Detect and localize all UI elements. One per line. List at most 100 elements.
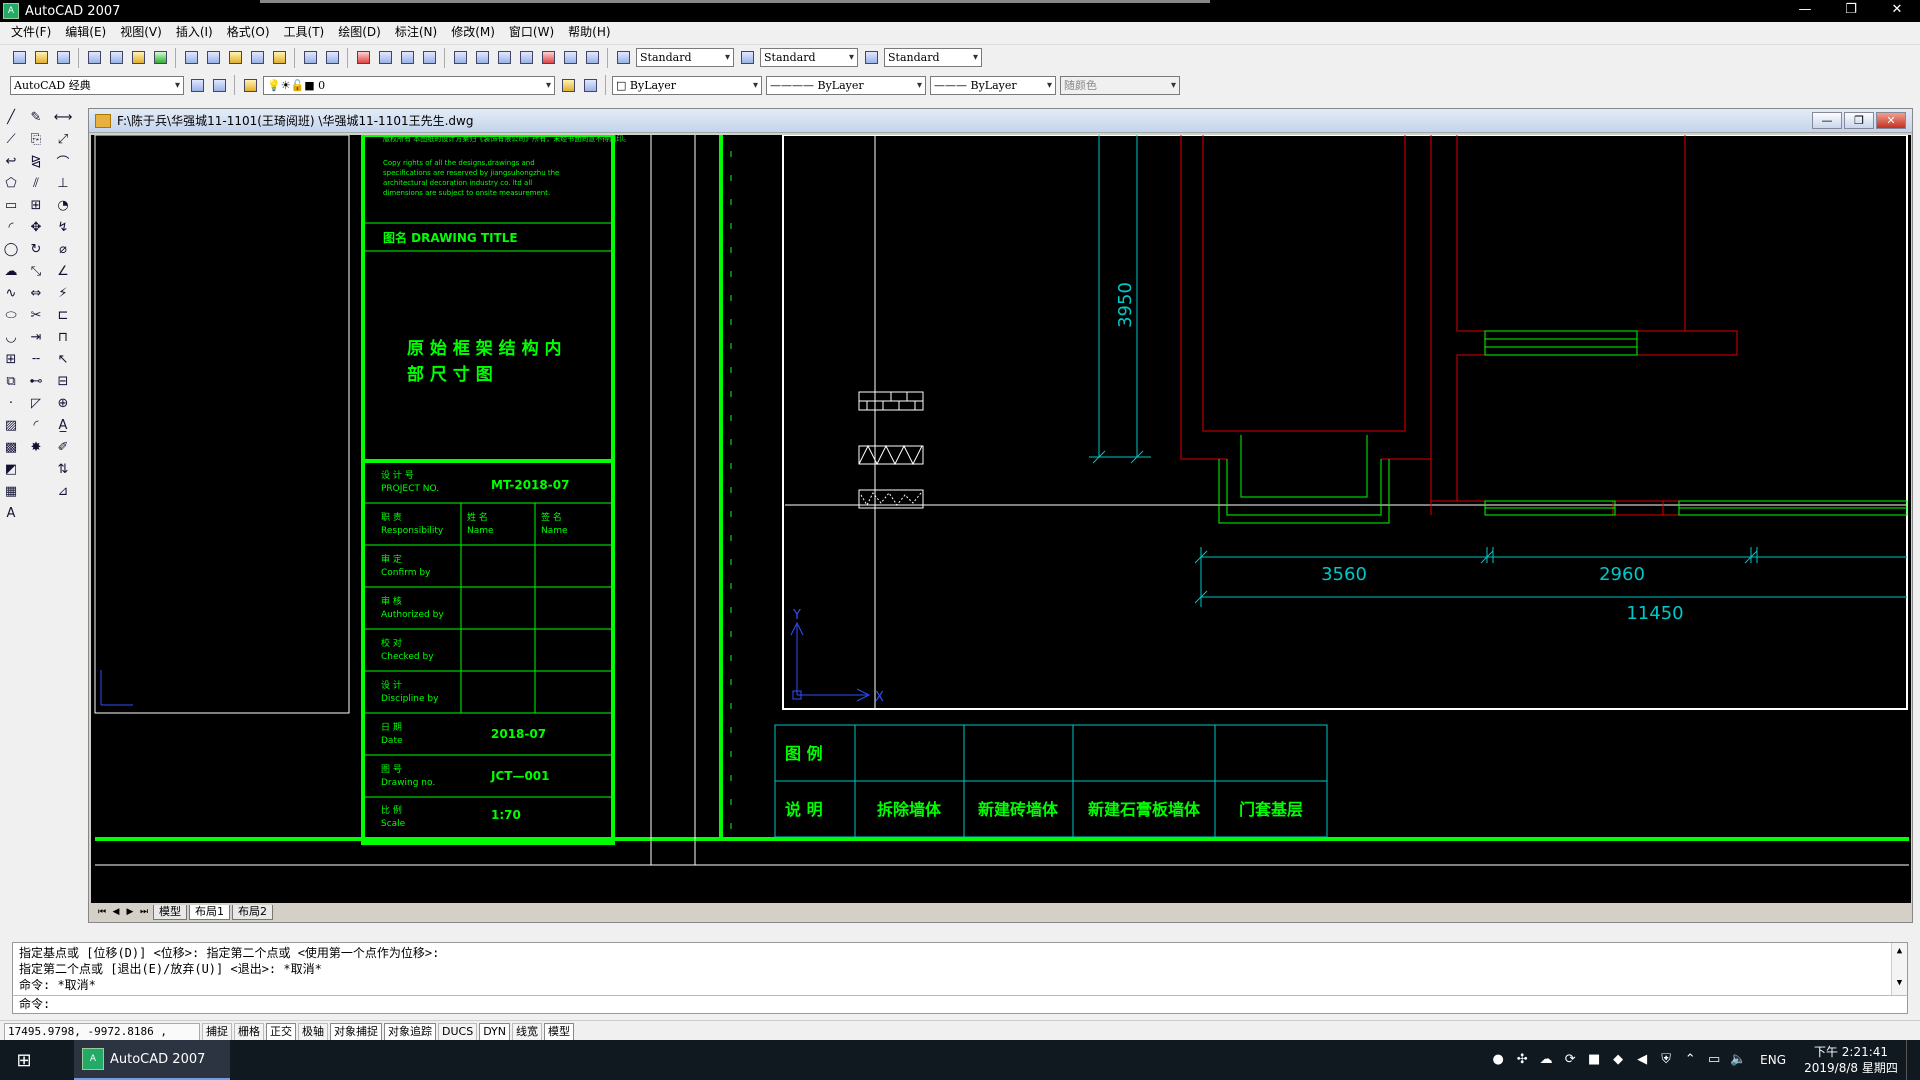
taskbar-clock[interactable]: 下午 2:21:41 2019/8/8 星期四 [1796, 1044, 1906, 1076]
text-style-select[interactable]: Standard [636, 48, 734, 67]
ducs-toggle[interactable]: DUCS [438, 1022, 478, 1041]
menu-window[interactable]: 窗口(W) [502, 22, 561, 42]
menu-draw[interactable]: 绘图(D) [331, 22, 388, 42]
center-mark-tool[interactable]: ⊕ [54, 394, 72, 412]
ordinate-dim-tool[interactable]: ⊥ [54, 174, 72, 192]
tray-network-icon[interactable]: ▭ [1704, 1050, 1724, 1070]
diameter-dim-tool[interactable]: ⌀ [54, 240, 72, 258]
tray-volume-icon[interactable]: 🔈 [1728, 1050, 1748, 1070]
trim-tool[interactable]: ✂ [27, 306, 45, 324]
close-button[interactable]: ✕ [1874, 0, 1920, 22]
windows-start-icon[interactable]: ⊞ [0, 1040, 48, 1080]
tab-first-button[interactable]: ⏮ [95, 905, 109, 919]
quick-leader-tool[interactable]: ↖ [54, 350, 72, 368]
tray-chevron-icon[interactable]: ⌃ [1680, 1050, 1700, 1070]
save-button[interactable] [53, 48, 73, 68]
tolerance-tool[interactable]: ⊟ [54, 372, 72, 390]
menu-edit[interactable]: 编辑(E) [58, 22, 113, 42]
quick-dim-tool[interactable]: ⚡ [54, 284, 72, 302]
tool-palettes-button[interactable] [494, 48, 514, 68]
layer-manager-button[interactable] [240, 75, 260, 95]
ortho-toggle[interactable]: 正交 [266, 1022, 296, 1041]
block-editor-button[interactable] [269, 48, 289, 68]
insert-block-tool[interactable]: ⊞ [2, 350, 20, 368]
plot-preview-button[interactable] [106, 48, 126, 68]
polar-toggle[interactable]: 极轴 [298, 1022, 328, 1041]
polygon-tool[interactable]: ⬠ [2, 174, 20, 192]
make-block-tool[interactable]: ⧉ [2, 372, 20, 390]
table-tool[interactable]: ▦ [2, 482, 20, 500]
menu-dimension[interactable]: 标注(N) [388, 22, 444, 42]
copy-button[interactable] [203, 48, 223, 68]
chamfer-tool[interactable]: ◸ [27, 394, 45, 412]
menu-insert[interactable]: 插入(I) [169, 22, 220, 42]
model-paper-toggle[interactable]: 模型 [544, 1022, 575, 1041]
layer-previous-button[interactable] [580, 75, 600, 95]
snap-toggle[interactable]: 捕捉 [202, 1022, 232, 1041]
otrack-toggle[interactable]: 对象追踪 [384, 1022, 436, 1041]
dim-style-tool[interactable]: ⊿ [54, 482, 72, 500]
publish-button[interactable] [128, 48, 148, 68]
tray-sync-icon[interactable]: ⟳ [1560, 1050, 1580, 1070]
circle-tool[interactable]: ◯ [2, 240, 20, 258]
dim-style-button[interactable] [737, 48, 757, 68]
break-tool[interactable]: ╌ [27, 350, 45, 368]
menu-format[interactable]: 格式(O) [220, 22, 277, 42]
properties-button[interactable] [450, 48, 470, 68]
polyline-tool[interactable]: ↩ [2, 152, 20, 170]
dim-style-select[interactable]: Standard [760, 48, 858, 67]
explode-tool[interactable]: ✸ [27, 438, 45, 456]
quickcalc-button[interactable] [560, 48, 580, 68]
offset-tool[interactable]: ⫽ [27, 174, 45, 192]
osnap-toggle[interactable]: 对象捕捉 [330, 1022, 382, 1041]
tab-model[interactable]: 模型 [153, 904, 187, 920]
coordinate-readout[interactable]: 17495.9798, -9972.8186 , 0.0000 [4, 1022, 200, 1054]
move-tool[interactable]: ✥ [27, 218, 45, 236]
construction-line-tool[interactable]: ⟋ [2, 130, 20, 148]
drawing-minimize-button[interactable]: — [1812, 112, 1842, 129]
table-style-button[interactable] [861, 48, 881, 68]
plot-button[interactable] [84, 48, 104, 68]
drawing-canvas[interactable]: 版权所有 本图纸的设计方案归《装饰有限公司》所有，未经书面同意不得翻印。 Cop… [91, 135, 1911, 903]
jogged-dim-tool[interactable]: ↯ [54, 218, 72, 236]
gradient-tool[interactable]: ▩ [2, 438, 20, 456]
continue-dim-tool[interactable]: ⊓ [54, 328, 72, 346]
tray-defender-icon[interactable]: ⛨ [1656, 1050, 1676, 1070]
taskbar-autocad-button[interactable]: A AutoCAD 2007 [74, 1040, 230, 1080]
tab-layout2[interactable]: 布局2 [232, 904, 273, 920]
restore-button[interactable]: ❐ [1828, 0, 1874, 22]
command-input[interactable]: 命令: [13, 995, 1907, 1013]
menu-modify[interactable]: 修改(M) [444, 22, 502, 42]
undo-button[interactable] [300, 48, 320, 68]
help-button[interactable] [582, 48, 602, 68]
cut-button[interactable] [181, 48, 201, 68]
lineweight-select[interactable]: ——— ByLayer [930, 75, 1056, 95]
paste-button[interactable] [225, 48, 245, 68]
linetype-select[interactable]: ———— ByLayer [766, 75, 926, 95]
arc-length-tool[interactable]: ⌒ [54, 152, 72, 171]
match-properties-button[interactable] [247, 48, 267, 68]
join-tool[interactable]: ⊷ [27, 372, 45, 390]
markup-button[interactable] [538, 48, 558, 68]
design-center-button[interactable] [472, 48, 492, 68]
tab-layout1[interactable]: 布局1 [189, 904, 230, 920]
input-method-indicator[interactable]: ENG [1760, 1053, 1786, 1067]
plotstyle-select[interactable]: 随颜色 [1060, 75, 1180, 95]
make-layer-current-button[interactable] [558, 75, 578, 95]
aligned-dim-tool[interactable]: ⤢ [54, 130, 72, 148]
region-tool[interactable]: ◩ [2, 460, 20, 478]
extend-tool[interactable]: ⇥ [27, 328, 45, 346]
rectangle-tool[interactable]: ▭ [2, 196, 20, 214]
drawing-close-button[interactable]: ✕ [1876, 112, 1906, 129]
arc-tool[interactable]: ◜ [2, 218, 20, 236]
angular-dim-tool[interactable]: ∠ [54, 262, 72, 280]
dim-update-tool[interactable]: ⇅ [54, 460, 72, 478]
spline-tool[interactable]: ∿ [2, 284, 20, 302]
point-tool[interactable]: · [2, 394, 20, 412]
linear-dim-tool[interactable]: ⟷ [54, 108, 73, 126]
copy-tool[interactable]: ⎘ [27, 130, 45, 148]
menu-help[interactable]: 帮助(H) [561, 22, 617, 42]
menu-view[interactable]: 视图(V) [113, 22, 169, 42]
text-style-button[interactable] [613, 48, 633, 68]
baseline-dim-tool[interactable]: ⊏ [54, 306, 72, 324]
